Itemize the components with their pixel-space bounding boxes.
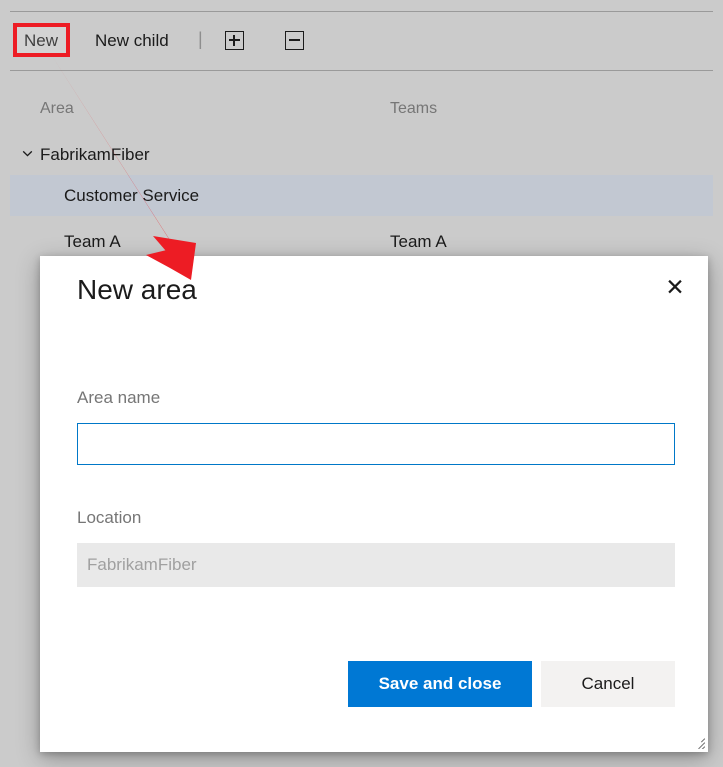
toolbar-bottom-divider xyxy=(10,70,713,71)
location-label: Location xyxy=(77,508,142,527)
minus-box-icon[interactable] xyxy=(285,31,304,50)
row-area-name: FabrikamFiber xyxy=(40,145,150,164)
new-button-highlight-annotation xyxy=(13,23,70,57)
cancel-button[interactable]: Cancel xyxy=(541,661,675,707)
table-row[interactable]: FabrikamFiber xyxy=(10,134,713,175)
dialog-title: New area xyxy=(77,274,197,305)
location-input xyxy=(77,543,675,587)
row-teams: Team A xyxy=(390,232,447,251)
minus-horizontal-bar xyxy=(289,39,300,41)
toolbar-separator: | xyxy=(198,29,203,49)
toolbar-top-divider xyxy=(10,11,713,12)
plus-vertical-bar xyxy=(233,35,235,46)
resize-grip-icon[interactable] xyxy=(691,735,705,749)
save-and-close-button[interactable]: Save and close xyxy=(348,661,532,707)
row-area-name: Team A xyxy=(64,232,121,251)
table-row[interactable]: Customer Service xyxy=(10,175,713,216)
column-header-teams: Teams xyxy=(390,100,438,117)
column-header-area: Area xyxy=(40,100,74,117)
new-child-button[interactable]: New child xyxy=(95,32,169,49)
plus-box-icon[interactable] xyxy=(225,31,244,50)
row-area-name: Customer Service xyxy=(64,186,200,205)
area-name-label: Area name xyxy=(77,388,161,407)
new-area-dialog: New area ✕ Area name Location Save and c… xyxy=(40,256,708,752)
area-name-input[interactable] xyxy=(77,423,675,465)
chevron-down-icon[interactable] xyxy=(22,146,33,157)
close-icon[interactable]: ✕ xyxy=(658,270,692,304)
toolbar: New New child | xyxy=(0,20,723,64)
dialog-action-bar: Save and close Cancel xyxy=(40,661,708,707)
